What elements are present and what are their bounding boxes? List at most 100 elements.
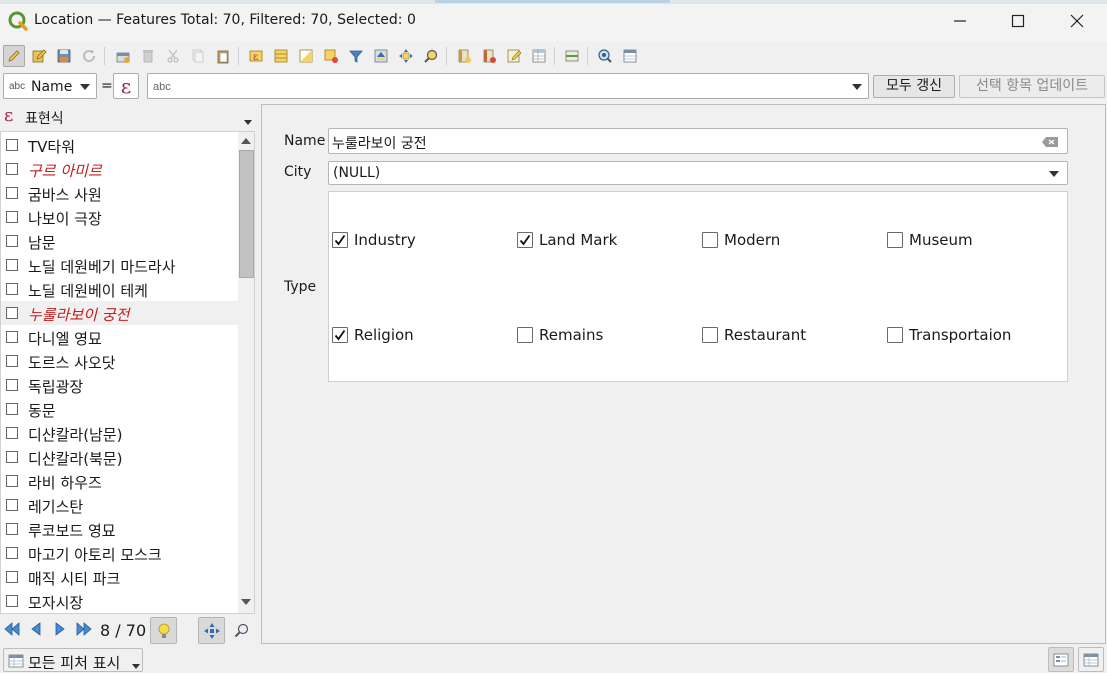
unchecked-box-icon[interactable] [887,327,903,343]
list-item[interactable]: 누룰라보이 궁전 [1,301,239,325]
list-item-checkbox[interactable] [6,235,18,247]
multi-edit-button[interactable] [28,45,50,67]
field-calculator-button[interactable] [503,45,525,67]
expression-button[interactable]: ε [113,73,139,99]
list-item[interactable]: 디샨칼라(북문) [1,445,239,469]
list-item[interactable]: 구르 아미르 [1,157,239,181]
previous-feature-button[interactable] [26,619,46,639]
list-item[interactable]: 루코보드 영묘 [1,517,239,541]
filter-button[interactable] [345,45,367,67]
pan-to-selection-button[interactable] [395,45,417,67]
list-scrollbar[interactable] [238,132,254,613]
scroll-down-icon[interactable] [241,599,251,605]
list-item[interactable]: 레기스탄 [1,493,239,517]
list-item[interactable]: 독립광장 [1,373,239,397]
list-item-checkbox[interactable] [6,403,18,415]
field-select[interactable]: abc Name [3,73,97,99]
list-item-checkbox[interactable] [6,139,18,151]
switch-view-button[interactable] [619,45,641,67]
select-all-button[interactable] [270,45,292,67]
list-item[interactable]: 마고기 아토리 모스크 [1,541,239,565]
update-selected-button[interactable]: 선택 항목 업데이트 [959,75,1105,98]
actions-button[interactable] [594,45,616,67]
list-item-checkbox[interactable] [6,163,18,175]
checked-box-icon[interactable] [332,232,348,248]
auto-pan-button[interactable] [198,617,225,644]
select-by-expression-button[interactable]: ε [245,45,267,67]
actions-icon [598,49,612,63]
table-view-button[interactable] [1078,647,1104,672]
update-all-button[interactable]: 모두 갱신 [873,75,955,98]
first-feature-button[interactable] [2,619,22,639]
list-item[interactable]: 나보이 극장 [1,205,239,229]
list-item-checkbox[interactable] [6,331,18,343]
feature-list[interactable]: TV타워 구르 아미르 굼바스 사원 나보이 극장 남문 노딜 데원베기 마드라사 노딜 데… [0,131,255,614]
list-item[interactable]: 도르스 사오닷 [1,349,239,373]
reload-button[interactable] [78,45,100,67]
close-button[interactable] [1054,6,1100,36]
auto-zoom-button[interactable] [228,617,255,644]
list-item[interactable]: 동문 [1,397,239,421]
display-expression-header[interactable]: ε 표현식 [0,104,256,131]
list-item[interactable]: 라비 하우즈 [1,469,239,493]
unchecked-box-icon[interactable] [517,327,533,343]
unchecked-box-icon[interactable] [887,232,903,248]
scroll-up-icon[interactable] [241,138,251,144]
list-item[interactable]: TV타워 [1,133,239,157]
list-item-checkbox[interactable] [6,547,18,559]
list-item-checkbox[interactable] [6,595,18,607]
list-item-checkbox[interactable] [6,307,18,319]
cut-button[interactable] [162,45,184,67]
list-item-checkbox[interactable] [6,499,18,511]
scrollbar-thumb[interactable] [239,150,254,278]
list-item[interactable]: 노딜 데원베기 마드라사 [1,253,239,277]
list-item-checkbox[interactable] [6,571,18,583]
list-item[interactable]: 노딜 데원베이 테케 [1,277,239,301]
unchecked-box-icon[interactable] [702,327,718,343]
new-field-button[interactable] [453,45,475,67]
list-item-checkbox[interactable] [6,427,18,439]
checked-box-icon[interactable] [332,327,348,343]
checked-box-icon[interactable] [517,232,533,248]
copy-button[interactable] [187,45,209,67]
last-feature-button[interactable] [74,619,94,639]
show-all-features-button[interactable]: 모든 피처 표시 [3,648,143,672]
paste-button[interactable] [212,45,234,67]
list-item[interactable]: 디샨칼라(남문) [1,421,239,445]
list-item[interactable]: 다니엘 영묘 [1,325,239,349]
save-edits-button[interactable] [53,45,75,67]
highlight-feature-button[interactable] [150,617,177,644]
list-item[interactable]: 매직 시티 파크 [1,565,239,589]
dock-toggle-button[interactable] [561,45,583,67]
conditional-formatting-button[interactable] [528,45,550,67]
list-item-checkbox[interactable] [6,379,18,391]
list-item-checkbox[interactable] [6,355,18,367]
list-item-checkbox[interactable] [6,187,18,199]
delete-feature-button[interactable] [137,45,159,67]
list-item[interactable]: 굼바스 사원 [1,181,239,205]
clear-icon[interactable] [1041,136,1059,148]
zoom-to-selection-button[interactable] [420,45,442,67]
filter-value-input[interactable]: abc [147,73,869,99]
name-field-input[interactable]: 누룰라보이 궁전 [328,128,1068,154]
list-item-checkbox[interactable] [6,523,18,535]
list-item-checkbox[interactable] [6,475,18,487]
toggle-edit-button[interactable] [3,45,25,67]
maximize-button[interactable] [995,6,1041,36]
minimize-button[interactable] [937,6,983,36]
deselect-button[interactable] [320,45,342,67]
list-item[interactable]: 남문 [1,229,239,253]
list-item-checkbox[interactable] [6,451,18,463]
invert-selection-button[interactable] [295,45,317,67]
list-item-checkbox[interactable] [6,211,18,223]
delete-field-button[interactable] [478,45,500,67]
list-item[interactable]: 모자시장 [1,589,239,613]
city-field-select[interactable]: (NULL) [328,161,1068,185]
list-item-checkbox[interactable] [6,283,18,295]
next-feature-button[interactable] [50,619,70,639]
form-view-button[interactable] [1048,647,1074,672]
unchecked-box-icon[interactable] [702,232,718,248]
list-item-checkbox[interactable] [6,259,18,271]
move-selection-top-button[interactable] [370,45,392,67]
add-feature-button[interactable] [112,45,134,67]
